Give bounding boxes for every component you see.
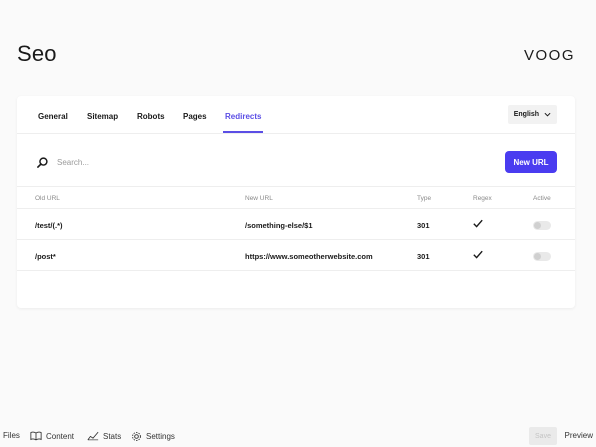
toggle-knob	[534, 253, 541, 260]
old-url-cell: /test/(.*)	[35, 221, 63, 230]
chevron-down-icon	[544, 112, 551, 117]
new-url-button[interactable]: New URL	[505, 151, 557, 173]
tab-robots[interactable]: Robots	[137, 112, 165, 121]
save-button[interactable]: Save	[529, 427, 557, 445]
search-icon	[37, 157, 48, 168]
table-row[interactable]: /post* https://www.someotherwebsite.com …	[17, 240, 575, 271]
column-old-url: Old URL	[35, 195, 60, 202]
language-label: English	[513, 111, 539, 118]
new-url-cell: https://www.someotherwebsite.com	[245, 252, 373, 261]
language-select[interactable]: English	[507, 105, 557, 124]
tab-redirects[interactable]: Redirects	[225, 112, 261, 121]
tab-pages[interactable]: Pages	[183, 112, 207, 121]
stats-label: Stats	[103, 431, 122, 441]
tab-bar: General Sitemap Robots Pages Redirects E…	[17, 96, 575, 134]
active-toggle[interactable]	[533, 221, 551, 230]
checkmark-icon	[473, 250, 483, 259]
column-regex: Regex	[473, 195, 492, 202]
column-new-url: New URL	[245, 195, 273, 202]
stats-link[interactable]: Stats	[87, 431, 121, 441]
column-active: Active	[533, 195, 551, 202]
content-link[interactable]: Content	[30, 431, 74, 441]
toggle-knob	[534, 222, 541, 229]
checkmark-icon	[473, 219, 483, 228]
files-link[interactable]: Files	[3, 431, 20, 440]
search-input[interactable]	[57, 154, 307, 170]
voog-logo: VOOG	[523, 47, 575, 64]
settings-label: Settings	[146, 432, 175, 441]
settings-link[interactable]: Settings	[131, 431, 175, 442]
stats-icon	[87, 431, 99, 441]
seo-card: General Sitemap Robots Pages Redirects E…	[17, 96, 575, 308]
active-toggle[interactable]	[533, 252, 551, 261]
page-title: Seo	[17, 41, 57, 66]
bottom-toolbar: Files Content Stats Settings Save Previe…	[0, 425, 596, 447]
column-type: Type	[417, 195, 432, 202]
type-cell: 301	[417, 252, 430, 261]
preview-link[interactable]: Preview	[565, 431, 593, 440]
old-url-cell: /post*	[35, 252, 56, 261]
new-url-cell: /something-else/$1	[245, 221, 313, 230]
tab-sitemap[interactable]: Sitemap	[87, 112, 118, 121]
table-header: Old URL New URL Type Regex Active	[17, 186, 575, 209]
gear-icon	[132, 432, 141, 441]
tab-general[interactable]: General	[38, 112, 68, 121]
content-label: Content	[46, 431, 75, 441]
book-icon	[30, 431, 42, 441]
active-tab-indicator	[223, 131, 263, 133]
type-cell: 301	[417, 221, 430, 230]
table-row[interactable]: /test/(.*) /something-else/$1 301	[17, 209, 575, 240]
files-label: Files	[3, 431, 20, 440]
